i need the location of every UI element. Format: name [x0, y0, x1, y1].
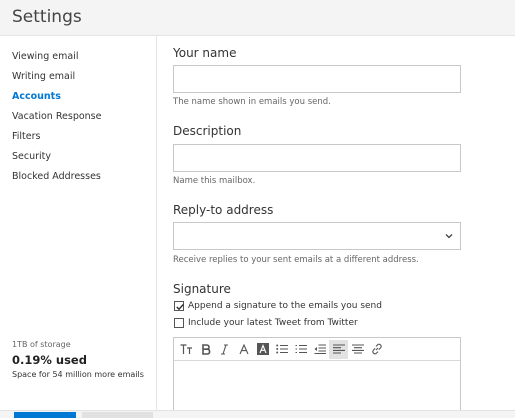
sidebar-item-security[interactable]: Security	[12, 149, 101, 169]
action-bar	[0, 410, 515, 418]
description-hint: Name this mailbox.	[173, 176, 256, 186]
your-name-input[interactable]	[173, 65, 461, 93]
settings-sidebar: Viewing email Writing email Accounts Vac…	[0, 36, 157, 410]
signature-editor[interactable]	[173, 337, 461, 412]
reply-to-label: Reply-to address	[173, 203, 274, 217]
append-signature-checkbox[interactable]	[174, 301, 184, 311]
align-left-icon[interactable]	[329, 339, 348, 359]
outdent-icon[interactable]	[310, 340, 329, 359]
sidebar-item-filters[interactable]: Filters	[12, 129, 101, 149]
storage-used: 0.19% used	[12, 353, 87, 367]
cancel-button[interactable]	[82, 412, 153, 418]
checkmark-icon	[176, 304, 184, 311]
reply-to-select[interactable]	[173, 222, 461, 250]
storage-info: 1TB of storage 0.19% used Space for 54 m…	[12, 340, 144, 379]
bullet-list-icon[interactable]	[272, 340, 291, 359]
your-name-hint: The name shown in emails you send.	[173, 97, 331, 107]
save-button[interactable]	[14, 412, 76, 418]
highlight-icon[interactable]	[253, 340, 272, 359]
sidebar-item-vacation-response[interactable]: Vacation Response	[12, 109, 101, 129]
include-tweet-label: Include your latest Tweet from Twitter	[188, 318, 358, 328]
storage-capacity: 1TB of storage	[12, 340, 71, 349]
include-tweet-option[interactable]: Include your latest Tweet from Twitter	[174, 318, 358, 328]
reply-to-hint: Receive replies to your sent emails at a…	[173, 255, 419, 265]
description-label: Description	[173, 124, 242, 138]
link-icon[interactable]	[367, 340, 386, 359]
signature-label: Signature	[173, 282, 231, 296]
bold-icon[interactable]	[196, 340, 215, 359]
storage-remaining: Space for 54 million more emails	[12, 370, 144, 379]
description-input[interactable]	[173, 144, 461, 172]
chevron-down-icon	[445, 234, 453, 239]
numbered-list-icon[interactable]	[291, 340, 310, 359]
include-tweet-checkbox[interactable]	[174, 318, 184, 328]
settings-nav: Viewing email Writing email Accounts Vac…	[12, 49, 101, 189]
settings-header: Settings	[0, 0, 515, 36]
italic-icon[interactable]	[215, 340, 234, 359]
append-signature-label: Append a signature to the emails you sen…	[188, 301, 382, 311]
text-size-icon[interactable]	[177, 340, 196, 359]
sidebar-item-accounts[interactable]: Accounts	[12, 89, 101, 109]
your-name-label: Your name	[173, 46, 237, 60]
sidebar-item-writing-email[interactable]: Writing email	[12, 69, 101, 89]
signature-text-area[interactable]	[174, 361, 460, 411]
sidebar-item-viewing-email[interactable]: Viewing email	[12, 49, 101, 69]
align-center-icon[interactable]	[348, 340, 367, 359]
font-color-icon[interactable]	[234, 340, 253, 359]
page-title: Settings	[12, 7, 82, 27]
sidebar-item-blocked-addresses[interactable]: Blocked Addresses	[12, 169, 101, 189]
editor-toolbar	[174, 338, 460, 361]
append-signature-option[interactable]: Append a signature to the emails you sen…	[174, 301, 382, 311]
account-settings-form: Your name The name shown in emails you s…	[158, 36, 515, 412]
